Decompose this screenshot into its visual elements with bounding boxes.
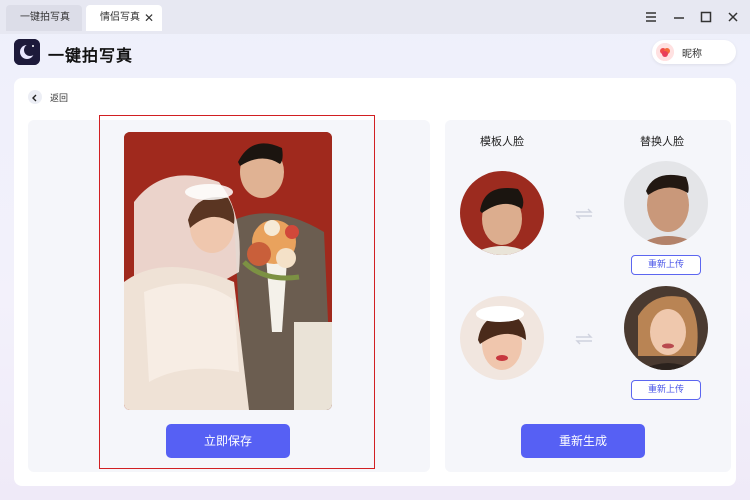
reupload-button-1[interactable]: 重新上传	[631, 255, 701, 275]
replace-face-woman	[624, 286, 708, 370]
user-name: 昵称	[682, 49, 702, 60]
app-title: 一键拍写真	[48, 46, 134, 65]
template-face-groom	[460, 171, 544, 255]
template-face-heading: 模板人脸	[480, 135, 524, 148]
swap-arrows-icon	[574, 206, 594, 220]
app-logo	[14, 39, 40, 65]
tab-bar: 一键拍写真 情侣写真 ✕	[0, 0, 750, 34]
chevron-left-icon	[28, 90, 42, 104]
swap-arrows-icon	[574, 331, 594, 345]
avatar	[656, 43, 674, 61]
replace-face-heading: 替换人脸	[640, 135, 684, 148]
tab-couple-portrait[interactable]: 情侣写真 ✕	[86, 5, 162, 31]
regenerate-button[interactable]: 重新生成	[521, 424, 645, 458]
moon-icon	[14, 39, 40, 65]
template-face-bride	[460, 296, 544, 380]
tab-label: 一键拍写真	[20, 12, 70, 23]
maximize-icon[interactable]	[697, 8, 715, 26]
tab-label: 情侣写真	[100, 12, 140, 23]
close-icon[interactable]: ✕	[144, 5, 154, 31]
user-profile-button[interactable]: 昵称	[652, 40, 736, 64]
highlight-frame	[99, 115, 375, 469]
menu-icon[interactable]	[642, 8, 660, 26]
back-label: 返回	[50, 94, 69, 104]
minimize-icon[interactable]	[670, 8, 688, 26]
replace-face-man	[624, 161, 708, 245]
tab-one-click-portrait[interactable]: 一键拍写真	[6, 5, 82, 31]
reupload-button-2[interactable]: 重新上传	[631, 380, 701, 400]
window-close-icon[interactable]	[724, 8, 742, 26]
